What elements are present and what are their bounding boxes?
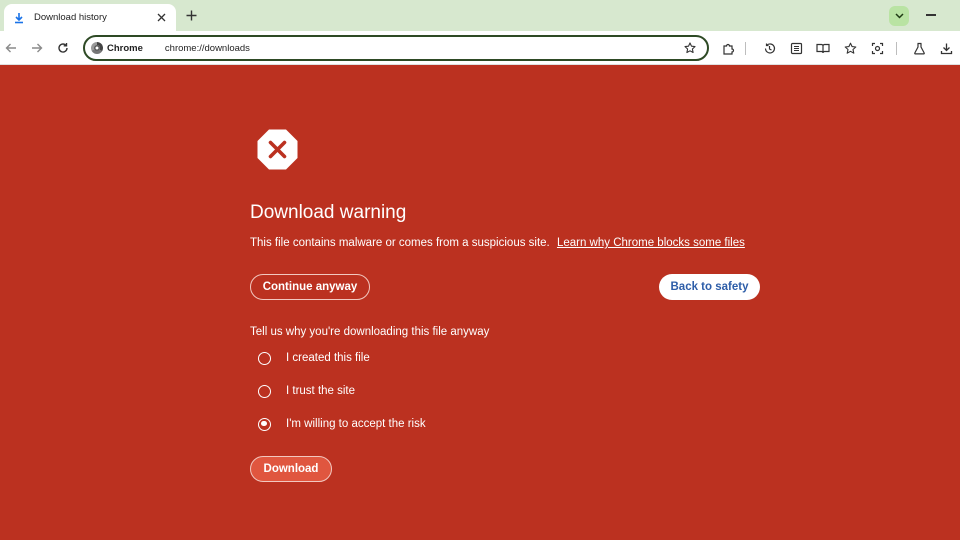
back-arrow-icon — [5, 43, 16, 53]
radio-button[interactable] — [258, 351, 271, 365]
error-octagon-icon — [256, 128, 299, 171]
tab-download-history[interactable]: Download history — [4, 4, 176, 31]
reading-mode-icon — [790, 42, 802, 54]
history-button[interactable] — [760, 39, 778, 57]
reading-mode-button[interactable] — [787, 39, 805, 57]
toolbar: Chrome chrome://downloads — [0, 31, 960, 65]
tab-title: Download history — [34, 12, 107, 23]
star-icon — [844, 42, 856, 54]
chrome-logo-icon — [91, 42, 103, 54]
address-bar[interactable]: Chrome chrome://downloads — [83, 35, 709, 61]
continue-anyway-button[interactable]: Continue anyway — [250, 274, 370, 300]
download-icon — [12, 11, 26, 25]
bookmark-star-icon[interactable] — [681, 39, 699, 57]
radio-button[interactable] — [258, 384, 271, 398]
back-to-safety-button[interactable]: Back to safety — [659, 274, 760, 300]
tab-search-button[interactable] — [889, 6, 909, 26]
radio-option-accept-risk[interactable]: I'm willing to accept the risk — [258, 414, 426, 434]
lens-icon — [871, 42, 883, 54]
puzzle-icon — [722, 43, 734, 55]
minimize-button[interactable] — [926, 14, 936, 16]
radio-label: I trust the site — [286, 385, 356, 397]
chevron-down-icon — [894, 13, 904, 19]
chip-label: Chrome — [107, 42, 143, 54]
forward-arrow-icon — [32, 43, 43, 53]
url-text[interactable]: chrome://downloads — [165, 43, 681, 54]
reload-button[interactable] — [54, 39, 72, 57]
radio-option-created[interactable]: I created this file — [258, 348, 370, 368]
description-text: This file contains malware or comes from… — [250, 237, 550, 249]
learn-more-link[interactable]: Learn why Chrome blocks some files — [557, 237, 745, 249]
radio-button-selected[interactable] — [258, 417, 271, 431]
reload-icon — [58, 43, 68, 53]
download-warning-page: Download warning This file contains malw… — [0, 66, 960, 540]
forward-button[interactable] — [28, 39, 46, 57]
tab-strip: Download history — [0, 0, 960, 31]
lens-button[interactable] — [868, 39, 886, 57]
book-icon — [816, 43, 830, 53]
labs-button[interactable] — [910, 39, 928, 57]
radio-label: I'm willing to accept the risk — [286, 418, 426, 430]
page-title: Download warning — [250, 202, 407, 223]
new-tab-button[interactable] — [182, 6, 200, 24]
radio-option-trust[interactable]: I trust the site — [258, 381, 355, 401]
extensions-button[interactable] — [719, 39, 737, 57]
bookmarks-button[interactable] — [841, 39, 859, 57]
reading-list-button[interactable] — [814, 39, 832, 57]
reason-prompt: Tell us why you're downloading this file… — [250, 326, 490, 338]
back-button[interactable] — [2, 39, 20, 57]
site-info-chip[interactable]: Chrome — [91, 42, 143, 54]
download-button[interactable]: Download — [250, 456, 332, 482]
warning-description: This file contains malware or comes from… — [250, 237, 745, 249]
toolbar-divider — [896, 42, 897, 55]
history-icon — [764, 42, 775, 54]
downloads-button[interactable] — [937, 39, 955, 57]
radio-label: I created this file — [286, 352, 370, 364]
download-icon — [940, 43, 952, 54]
close-tab-icon[interactable] — [154, 11, 168, 25]
toolbar-divider — [745, 42, 746, 55]
flask-icon — [913, 42, 925, 54]
